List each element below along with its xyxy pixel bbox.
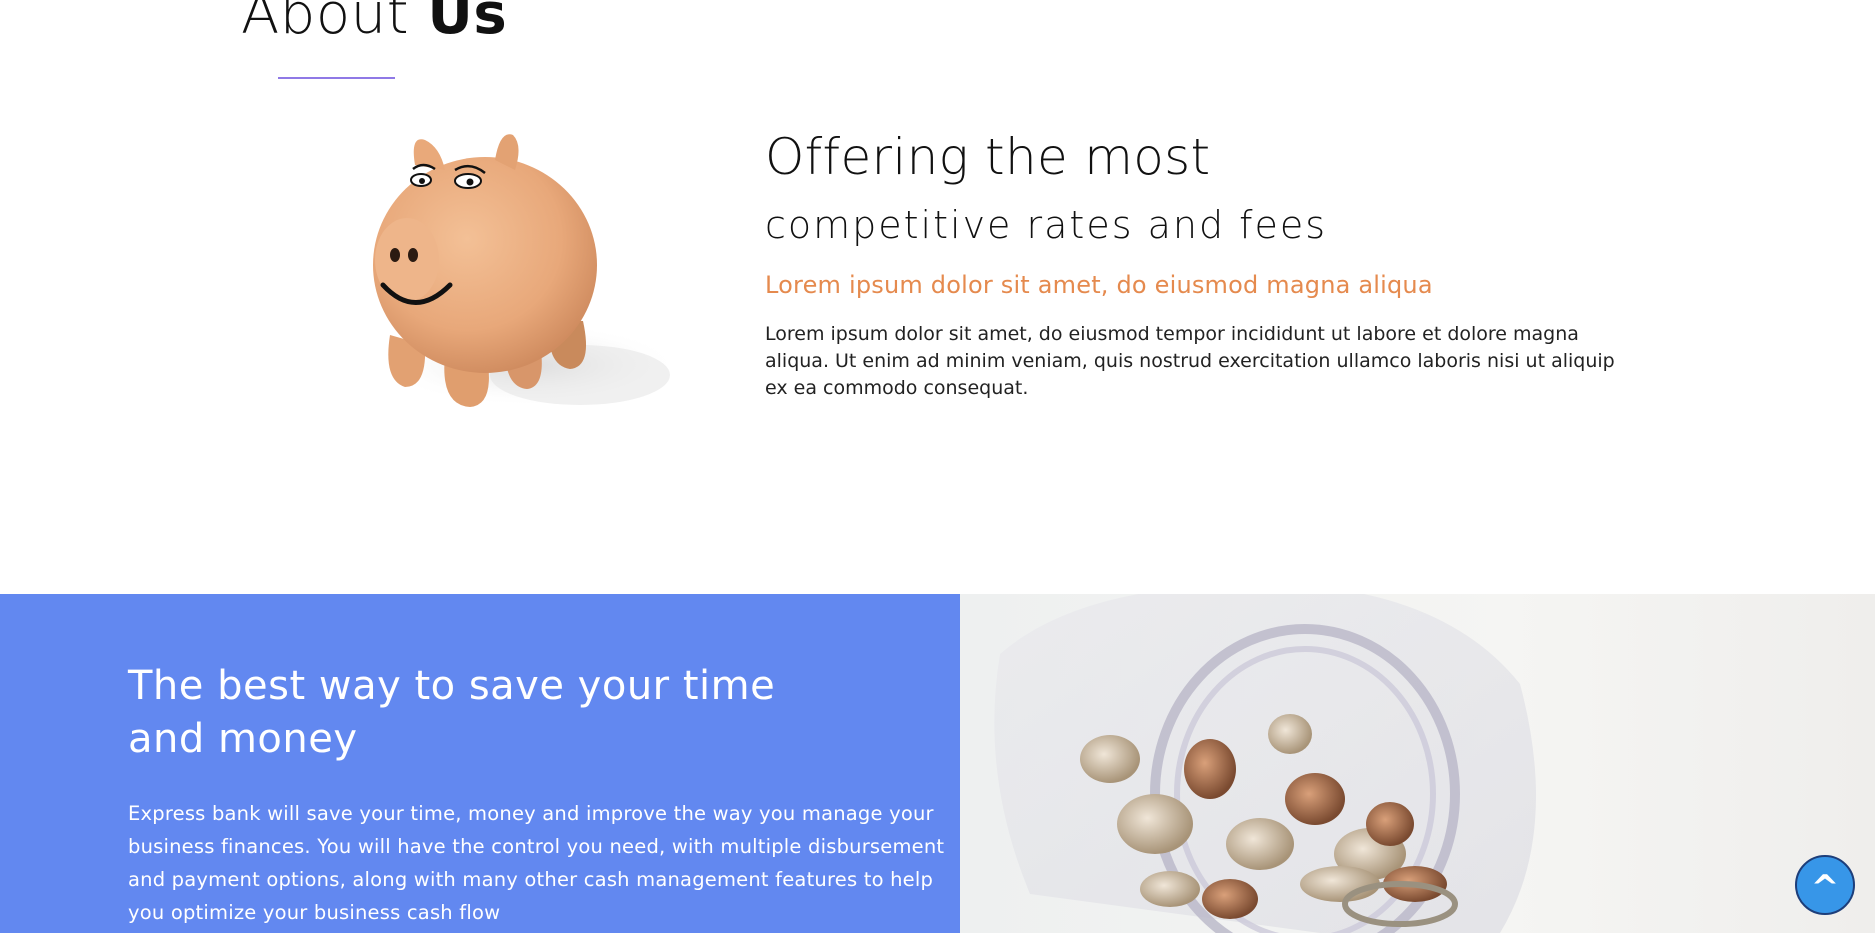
save-title: The best way to save your time and money bbox=[128, 663, 776, 762]
about-title-bold: Us bbox=[427, 0, 508, 47]
offer-lead: Lorem ipsum dolor sit amet, do eiusmod m… bbox=[765, 271, 1433, 299]
about-title-light: About bbox=[241, 0, 410, 47]
about-underline bbox=[278, 77, 395, 79]
offer-title: Offering the most bbox=[765, 128, 1211, 186]
piggy-bank-illustration bbox=[373, 134, 680, 407]
save-body: Express bank will save your time, money … bbox=[128, 802, 945, 924]
about-title: About Us bbox=[241, 0, 507, 47]
offer-body: Lorem ipsum dolor sit amet, do eiusmod t… bbox=[765, 323, 1615, 399]
coin-jar-image bbox=[960, 594, 1875, 933]
caret-up-icon: ^ bbox=[1810, 868, 1840, 908]
scroll-to-top-button[interactable]: ^ bbox=[1795, 855, 1855, 915]
offer-subtitle: competitive rates and fees bbox=[765, 203, 1328, 247]
piggy-bank-image bbox=[355, 125, 680, 415]
coin-jar-illustration bbox=[994, 594, 1536, 933]
